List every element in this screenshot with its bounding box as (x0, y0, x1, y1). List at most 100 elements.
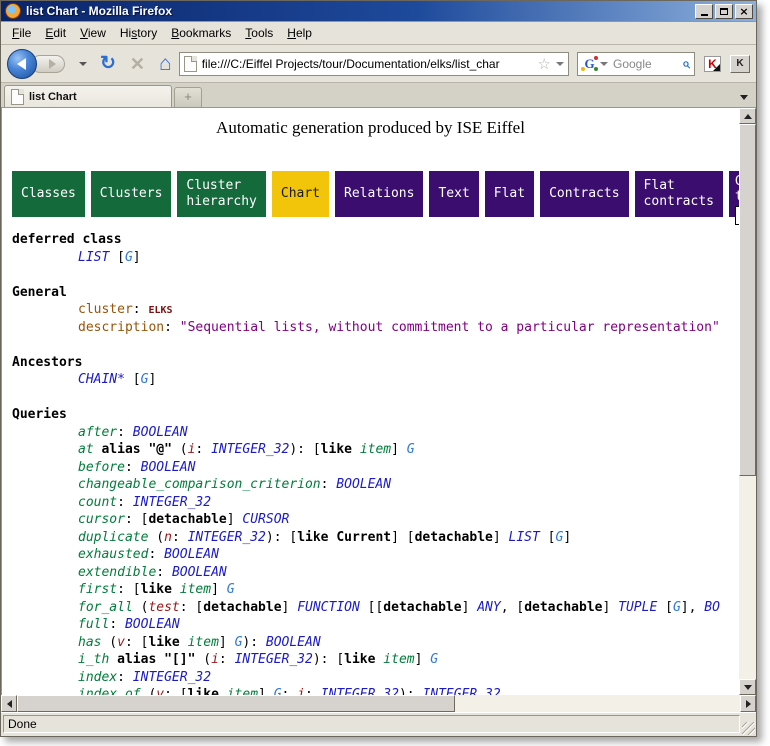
code-link[interactable]: index (78, 670, 117, 685)
code-link[interactable]: G (125, 250, 133, 265)
maximize-button[interactable] (715, 4, 733, 19)
code-link[interactable]: LIST (78, 250, 109, 265)
doc-nav-button-text[interactable]: Text (429, 171, 478, 217)
code-link[interactable]: G (407, 442, 415, 457)
code-link[interactable]: count (78, 495, 117, 510)
code-link[interactable]: BOOLEAN (133, 425, 188, 440)
address-bar[interactable]: file:///C:/Eiffel Projects/tour/Document… (179, 52, 569, 76)
code-link[interactable]: BOOLEAN (336, 477, 391, 492)
code-link[interactable]: BO (704, 600, 720, 615)
code-link[interactable]: INTEGER_32 (133, 495, 211, 510)
scroll-up-button[interactable] (739, 108, 756, 124)
code-link[interactable]: changeable_comparison_criterion (78, 477, 321, 492)
search-icon[interactable]: ⌕ (682, 55, 690, 72)
code-link[interactable]: for_all (78, 600, 133, 615)
goto-input[interactable]: list (735, 206, 739, 225)
code-link[interactable]: item (360, 442, 391, 457)
code-link[interactable]: ELKS (148, 305, 172, 316)
code-link[interactable]: index_of (78, 687, 141, 695)
url-dropdown-icon[interactable] (556, 62, 564, 66)
reload-button[interactable]: ↻ (100, 54, 116, 73)
code-link[interactable]: exhausted (78, 547, 148, 562)
code-link[interactable]: G (430, 652, 438, 667)
code-link[interactable]: G (227, 582, 235, 597)
vertical-scrollbar[interactable] (739, 108, 756, 695)
code-link[interactable]: G (673, 600, 681, 615)
code-link[interactable]: duplicate (78, 530, 148, 545)
kaspersky-icon[interactable]: K (704, 56, 721, 72)
code-link[interactable]: CHAIN* (78, 372, 125, 387)
code-link[interactable]: CURSOR (242, 512, 289, 527)
code-link[interactable]: BOOLEAN (141, 460, 196, 475)
history-dropdown-icon[interactable] (79, 62, 87, 66)
code-link[interactable]: INTEGER_32 (321, 687, 399, 695)
code-link[interactable]: item (180, 582, 211, 597)
code-link[interactable]: item (383, 652, 414, 667)
code-link[interactable]: item (188, 635, 219, 650)
code-link[interactable]: G (274, 687, 282, 695)
code-link[interactable]: LIST (509, 530, 540, 545)
scroll-down-button[interactable] (739, 679, 756, 695)
menu-item-edit[interactable]: Edit (38, 23, 73, 43)
code-link[interactable]: ANY (477, 600, 500, 615)
code-link[interactable]: at (78, 442, 94, 457)
doc-nav-button-cluster-hierarchy[interactable]: Cluster hierarchy (177, 171, 265, 217)
doc-nav-button-flat-contracts[interactable]: Flat contracts (635, 171, 723, 217)
k-toolbar-button[interactable]: K (730, 55, 750, 73)
back-button[interactable] (7, 49, 37, 79)
vertical-scrollbar-thumb[interactable] (739, 124, 756, 476)
code-link[interactable]: extendible (78, 565, 156, 580)
bookmark-star-icon[interactable]: ☆ (538, 55, 551, 73)
code-link[interactable]: INTEGER_32 (211, 442, 289, 457)
stop-button[interactable]: ✕ (130, 55, 145, 73)
doc-nav-button-relations[interactable]: Relations (335, 171, 423, 217)
code-link[interactable]: after (78, 425, 117, 440)
horizontal-scrollbar-thumb[interactable] (17, 695, 455, 712)
code-link[interactable]: INTEGER_32 (188, 530, 266, 545)
code-link[interactable]: BOOLEAN (125, 617, 180, 632)
menu-item-help[interactable]: Help (280, 23, 319, 43)
code-link[interactable]: before (78, 460, 125, 475)
code-link[interactable]: cursor (78, 512, 125, 527)
code-link[interactable]: i_th (78, 652, 109, 667)
menu-item-bookmarks[interactable]: Bookmarks (164, 23, 238, 43)
search-bar[interactable]: G Google ⌕ (577, 52, 695, 76)
code-link[interactable]: first (78, 582, 117, 597)
code-link[interactable]: item (227, 687, 258, 695)
horizontal-scrollbar[interactable] (1, 695, 756, 712)
home-button[interactable]: ⌂ (159, 53, 172, 74)
resize-grip[interactable] (742, 722, 755, 735)
menu-item-history[interactable]: History (113, 23, 164, 43)
code-link[interactable]: BOOLEAN (172, 565, 227, 580)
code-link[interactable]: FUNCTION (297, 600, 360, 615)
code-link[interactable]: has (78, 635, 101, 650)
close-button[interactable]: × (735, 4, 753, 19)
search-engine-dropdown-icon[interactable] (600, 62, 608, 66)
doc-nav-button-flat[interactable]: Flat (485, 171, 534, 217)
doc-nav-button-chart[interactable]: Chart (272, 171, 329, 217)
scroll-right-button[interactable] (740, 695, 756, 712)
new-tab-button[interactable]: + (174, 87, 202, 107)
doc-nav-button-classes[interactable]: Classes (12, 171, 85, 217)
menu-item-tools[interactable]: Tools (238, 23, 280, 43)
code-link[interactable]: full (78, 617, 109, 632)
doc-nav-button-contracts[interactable]: Contracts (540, 171, 628, 217)
tab-list-dropdown-icon[interactable] (734, 87, 754, 107)
code-link[interactable]: INTEGER_32 (235, 652, 313, 667)
scroll-left-button[interactable] (1, 695, 17, 712)
menu-item-file[interactable]: File (5, 23, 38, 43)
tab-list-chart[interactable]: list Chart (4, 85, 172, 107)
url-text[interactable]: file:///C:/Eiffel Projects/tour/Document… (202, 57, 536, 71)
menu-item-view[interactable]: View (73, 23, 113, 43)
doc-nav-button-clusters[interactable]: Clusters (91, 171, 172, 217)
code-text: ( (141, 687, 157, 695)
code-text: description (78, 320, 164, 335)
code-link[interactable]: BOOLEAN (266, 635, 321, 650)
code-link[interactable]: TUPLE (618, 600, 657, 615)
code-text: : (117, 670, 133, 685)
code-link[interactable]: BOOLEAN (164, 547, 219, 562)
search-input[interactable]: Google (613, 57, 682, 71)
minimize-button[interactable] (695, 4, 713, 19)
code-link[interactable]: INTEGER_32 (422, 687, 500, 695)
code-link[interactable]: INTEGER_32 (133, 670, 211, 685)
